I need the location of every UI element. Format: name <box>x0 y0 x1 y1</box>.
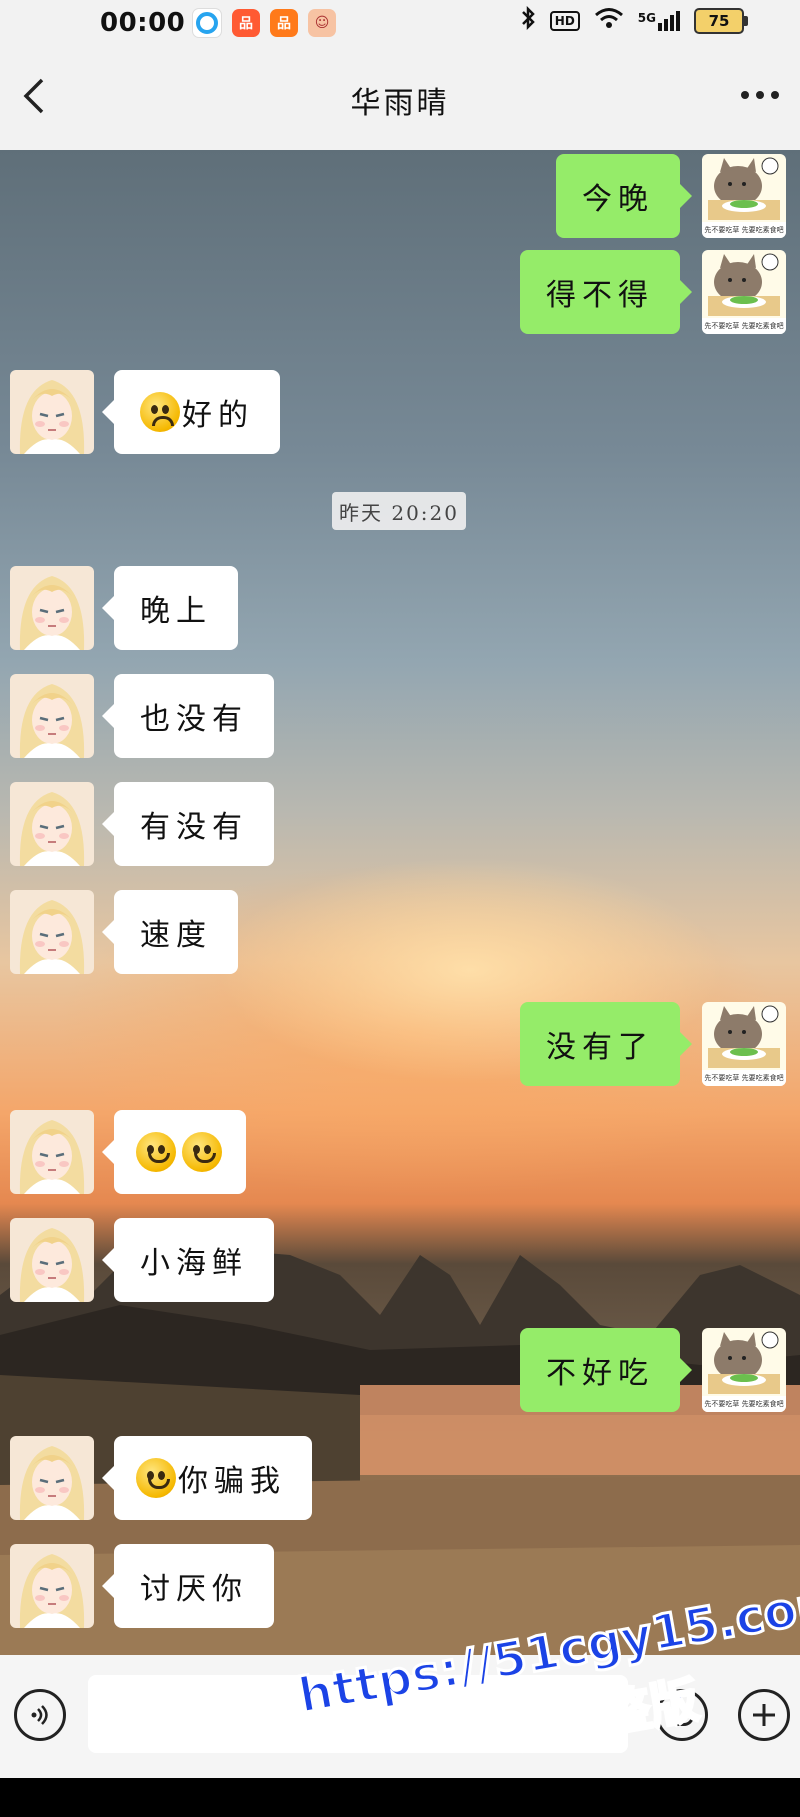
contact-avatar[interactable] <box>10 1110 94 1194</box>
smiley-emoji-icon <box>182 1132 222 1172</box>
browser-app-icon <box>192 8 222 38</box>
message-text: 好的 <box>182 398 254 433</box>
contact-avatar[interactable] <box>10 890 94 974</box>
my-avatar[interactable]: 先不要吃草 先要吃素食吧 <box>702 154 786 238</box>
contact-avatar[interactable] <box>10 566 94 650</box>
shopping-app-icon-2: 品 <box>270 9 298 37</box>
message-row: 有没有 <box>10 782 274 866</box>
status-bar: 00:00 品 品 ☺ HD 5G 75 <box>0 0 800 44</box>
message-text: 没有了 <box>546 1030 654 1065</box>
emoji-button[interactable] <box>656 1689 708 1741</box>
message-text: 有没有 <box>140 810 248 845</box>
message-row: 晚上 <box>10 566 238 650</box>
message-text: 也没有 <box>140 702 248 737</box>
sad-face-emoji-icon <box>140 392 180 432</box>
message-text: 你骗我 <box>178 1464 286 1499</box>
message-bubble[interactable]: 没有了 <box>520 1002 692 1086</box>
input-bar <box>0 1655 800 1778</box>
contact-avatar[interactable] <box>10 370 94 454</box>
my-avatar[interactable]: 先不要吃草 先要吃素食吧 <box>702 250 786 334</box>
message-row: 讨厌你 <box>10 1544 274 1628</box>
message-text: 得不得 <box>546 278 654 313</box>
message-bubble[interactable]: 晚上 <box>102 566 238 650</box>
sticker-caption: 先不要吃草 先要吃素食吧 <box>704 225 783 234</box>
smiley-emoji-icon <box>136 1132 176 1172</box>
message-text: 速度 <box>140 918 212 953</box>
message-bubble[interactable]: 有没有 <box>102 782 274 866</box>
message-bubble[interactable]: 不好吃 <box>520 1328 692 1412</box>
sticker-caption: 先不要吃草 先要吃素食吧 <box>704 1073 783 1082</box>
avatar-app-icon: ☺ <box>308 9 336 37</box>
message-bubble[interactable]: 也没有 <box>102 674 274 758</box>
hd-icon: HD <box>549 10 580 31</box>
system-icons: HD 5G 75 <box>520 5 748 35</box>
message-text: 小海鲜 <box>140 1246 248 1281</box>
shopping-app-icon: 品 <box>232 9 260 37</box>
message-row: 没有了 先不要吃草 先要吃素食吧 <box>520 1002 786 1086</box>
smiley-emoji-icon <box>136 1458 176 1498</box>
message-bubble[interactable]: 得不得 <box>520 250 692 334</box>
message-bubble[interactable]: 你骗我 <box>102 1436 312 1520</box>
chat-header: 华雨晴 <box>0 44 800 150</box>
notification-icons: 品 品 ☺ <box>192 8 336 38</box>
message-bubble[interactable]: 小海鲜 <box>102 1218 274 1302</box>
more-icon <box>741 91 779 99</box>
contact-avatar[interactable] <box>10 1218 94 1302</box>
contact-avatar[interactable] <box>10 674 94 758</box>
network-type: 5G <box>637 10 656 25</box>
status-time: 00:00 <box>100 8 186 38</box>
bluetooth-icon <box>520 5 536 35</box>
chat-area[interactable]: 今晚 先不要吃草 先要吃素食吧 得不得 先不要吃草 先要吃素食吧 好的 昨天 2… <box>0 150 800 1655</box>
message-row: 小海鲜 <box>10 1218 274 1302</box>
message-text: 晚上 <box>140 594 212 629</box>
wifi-icon <box>594 7 624 34</box>
message-text: 今晚 <box>582 182 654 217</box>
contact-avatar[interactable] <box>10 1544 94 1628</box>
message-bubble[interactable]: 好的 <box>102 370 280 454</box>
message-input[interactable] <box>88 1675 628 1753</box>
message-row: 好的 <box>10 370 280 454</box>
message-bubble[interactable] <box>102 1110 246 1194</box>
sticker-caption: 先不要吃草 先要吃素食吧 <box>704 321 783 330</box>
message-bubble[interactable]: 讨厌你 <box>102 1544 274 1628</box>
message-row <box>10 1110 246 1194</box>
message-row: 得不得 先不要吃草 先要吃素食吧 <box>520 250 786 334</box>
message-bubble[interactable]: 今晚 <box>556 154 692 238</box>
message-row: 你骗我 <box>10 1436 312 1520</box>
message-row: 不好吃 先不要吃草 先要吃素食吧 <box>520 1328 786 1412</box>
message-row: 速度 <box>10 890 238 974</box>
message-row: 今晚 先不要吃草 先要吃素食吧 <box>556 154 786 238</box>
my-avatar[interactable]: 先不要吃草 先要吃素食吧 <box>702 1328 786 1412</box>
sticker-caption: 先不要吃草 先要吃素食吧 <box>704 1399 783 1408</box>
message-row: 也没有 <box>10 674 274 758</box>
chat-timestamp: 昨天 20:20 <box>332 492 466 530</box>
more-options-button[interactable] <box>736 74 784 114</box>
voice-input-button[interactable] <box>14 1689 66 1741</box>
battery-icon: 75 <box>694 7 748 34</box>
contact-avatar[interactable] <box>10 1436 94 1520</box>
message-bubble[interactable]: 速度 <box>102 890 238 974</box>
message-text: 讨厌你 <box>140 1572 248 1607</box>
voice-icon <box>31 1705 48 1725</box>
message-text: 不好吃 <box>546 1356 654 1391</box>
plus-icon <box>753 1704 775 1726</box>
my-avatar[interactable]: 先不要吃草 先要吃素食吧 <box>702 1002 786 1086</box>
more-actions-button[interactable] <box>738 1689 790 1741</box>
signal-icon: 5G <box>637 10 680 31</box>
chat-title: 华雨晴 <box>350 86 450 121</box>
contact-avatar[interactable] <box>10 782 94 866</box>
